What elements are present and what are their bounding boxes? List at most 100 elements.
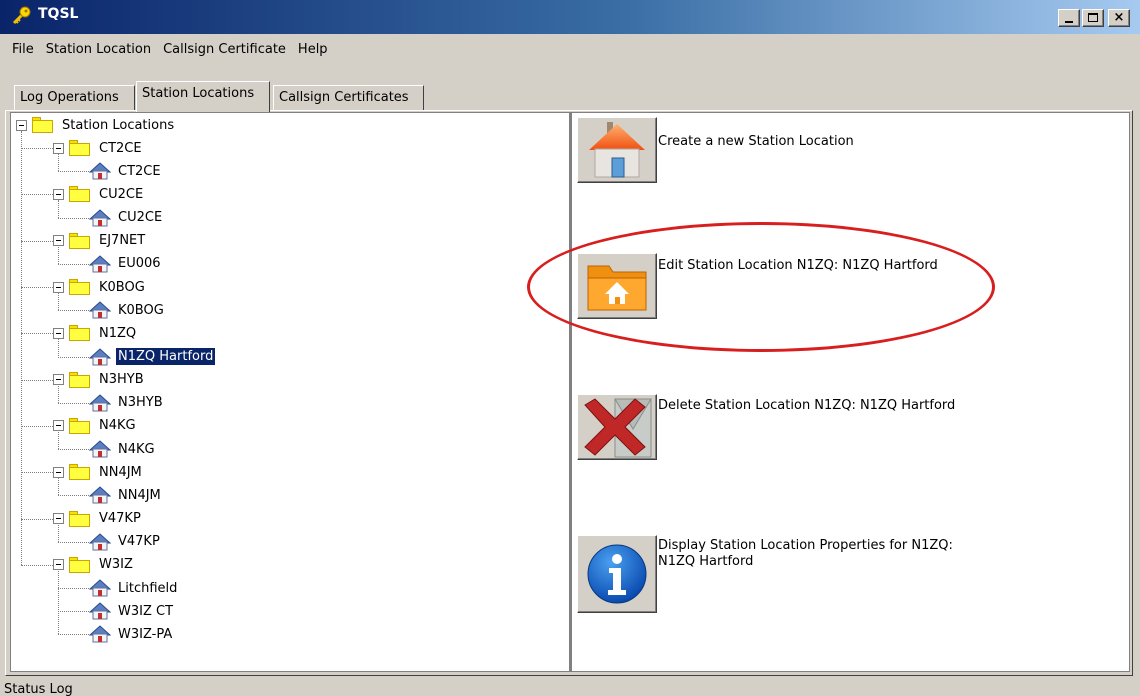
close-button[interactable]: × [1108,9,1130,27]
properties-label-line2: N1ZQ Hartford [658,554,754,569]
tree-location[interactable]: N1ZQ Hartford [89,347,217,367]
folder-icon [69,464,91,481]
status-log-label: Status Log [4,682,73,696]
menu-bar: File Station Location Callsign Certifica… [0,36,334,62]
tree-location[interactable]: Litchfield [89,578,179,598]
delete-location-button[interactable] [577,394,657,460]
create-location-label: Create a new Station Location [658,134,854,149]
tree-connector [58,356,89,358]
collapse-icon[interactable] [53,327,64,339]
collapse-icon[interactable] [53,142,64,154]
edit-location-button[interactable] [577,253,657,319]
tree-connector [58,171,89,173]
tree-connector [58,263,89,265]
tree-connector [58,246,59,264]
station-tree[interactable]: Station Locations CT2CE CT2CE CU2CE CU2CE EJ7… [10,112,570,672]
tree-location-label: W3IZ-PA [118,626,173,642]
maximize-icon [1088,13,1098,22]
tree-connector [58,200,59,218]
edit-location-label: Edit Station Location N1ZQ: N1ZQ Hartfor… [658,258,938,273]
collapse-icon[interactable] [53,420,64,432]
tree-group[interactable]: CT2CE [53,138,144,158]
minimize-icon [1065,21,1073,23]
tree-group[interactable]: V47KP [53,509,143,529]
menu-callsign-certificate[interactable]: Callsign Certificate [157,40,292,59]
tab-log-operations[interactable]: Log Operations [14,85,135,111]
menu-file[interactable]: File [6,40,40,59]
collapse-icon[interactable] [53,281,64,293]
tree-location-label: NN4JM [118,487,161,503]
tree-location-label: N4KG [118,441,155,457]
tree-location[interactable]: CU2CE [89,208,164,228]
collapse-icon[interactable] [53,235,64,247]
tree-location-label: CT2CE [118,163,161,179]
folder-icon [32,117,54,133]
tree-location-label: W3IZ CT [118,603,174,619]
collapse-icon[interactable] [53,466,64,478]
tree-connector [58,611,89,613]
house-icon [89,440,111,458]
tree-group-label: NN4JM [99,464,142,480]
tree-root[interactable]: Station Locations [16,115,176,135]
tree-connector [58,478,59,496]
tree-location[interactable]: K0BOG [89,300,166,320]
tree-connector [58,570,59,635]
tree-group[interactable]: NN4JM [53,462,144,482]
tree-group[interactable]: N1ZQ [53,323,138,343]
tab-station-locations[interactable]: Station Locations [136,81,270,112]
tree-group[interactable]: EJ7NET [53,231,147,251]
tree-location-label: CU2CE [118,210,163,226]
tree-connector [58,217,89,219]
tree-group[interactable]: CU2CE [53,184,145,204]
tree-location[interactable]: V47KP [89,532,162,552]
tree-group[interactable]: K0BOG [53,277,147,297]
maximize-button[interactable] [1082,9,1104,27]
menu-help[interactable]: Help [292,40,334,59]
create-location-button[interactable] [577,117,657,183]
tree-location[interactable]: W3IZ-PA [89,624,174,644]
tab-callsign-certificates[interactable]: Callsign Certificates [273,85,424,111]
tree-group[interactable]: N4KG [53,416,138,436]
tree-location[interactable]: NN4JM [89,485,163,505]
tree-connector [58,634,89,636]
title-bar: TQSL × [0,0,1140,34]
tree-root-label: Station Locations [62,117,175,133]
tree-connector [21,333,53,335]
tree-group[interactable]: W3IZ [53,555,135,575]
folder-icon [69,325,91,342]
tree-connector [21,564,53,566]
tree-group-label: N4KG [99,418,136,434]
tree-connector [21,131,22,565]
tree-location[interactable]: CT2CE [89,161,163,181]
tree-group-label: N1ZQ [99,325,137,341]
house-icon [89,162,111,180]
tree-group[interactable]: N3HYB [53,370,146,390]
collapse-icon[interactable] [53,188,64,200]
folder-icon [69,279,91,296]
collapse-icon[interactable] [53,513,64,525]
key-icon [12,6,31,25]
tree-connector [21,287,53,289]
collapse-icon[interactable] [53,559,64,571]
tree-group-label: V47KP [99,511,141,527]
properties-label-line1: Display Station Location Properties for … [658,538,953,553]
tree-location[interactable]: N3HYB [89,393,165,413]
collapse-icon[interactable] [53,374,64,386]
tree-connector [58,588,89,589]
house-icon [89,579,111,597]
menu-station-location[interactable]: Station Location [40,40,157,59]
minimize-button[interactable] [1058,9,1080,27]
house-icon [89,347,111,365]
tree-location[interactable]: EU006 [89,254,163,274]
info-icon [587,544,647,604]
collapse-icon[interactable] [16,119,27,131]
tree-group-label: EJ7NET [99,233,146,249]
close-icon: × [1113,10,1125,25]
folder-icon [69,186,91,203]
tree-location-label: K0BOG [118,302,164,318]
location-properties-button[interactable] [577,535,657,613]
folder-icon [69,232,91,249]
house-icon [89,301,111,319]
tree-location[interactable]: W3IZ CT [89,601,175,621]
tree-location[interactable]: N4KG [89,439,157,459]
